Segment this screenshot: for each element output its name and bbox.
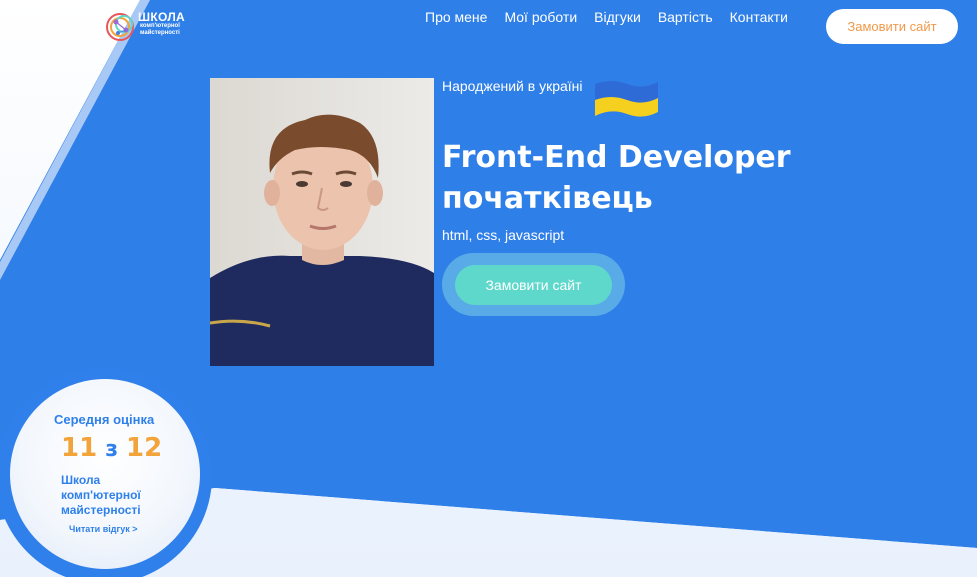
school-name: Школа комп'ютерної майстерності: [61, 473, 141, 517]
logo-subtext: комп'ютерної майстерності: [140, 23, 180, 36]
born-text: Народжений в україні: [442, 78, 583, 94]
rating-score: 11 з 12: [61, 433, 162, 463]
hero-title: Front-End Developer початківець: [442, 137, 862, 219]
hero-title-line2: початківець: [442, 181, 653, 216]
nav-works[interactable]: Мої роботи: [504, 9, 577, 25]
logo-text: ШКОЛА: [138, 10, 186, 24]
order-site-button-header[interactable]: Замовити сайт: [826, 9, 958, 44]
ukraine-flag-icon: [595, 81, 658, 117]
nav-contacts[interactable]: Контакти: [730, 9, 788, 25]
rating-max: 12: [125, 433, 163, 463]
profile-photo: [210, 78, 434, 366]
nav-price[interactable]: Вартість: [658, 9, 713, 25]
nav-reviews[interactable]: Відгуки: [594, 9, 641, 25]
read-review-link[interactable]: Читати відгук >: [69, 524, 137, 534]
rating-label: Середня оцінка: [54, 412, 155, 427]
hero-title-line1: Front-End Developer: [442, 140, 791, 175]
nav-about[interactable]: Про мене: [425, 9, 487, 25]
main-nav: Про мене Мої роботи Відгуки Вартість Кон…: [425, 9, 805, 25]
rating-value: 11: [61, 433, 98, 463]
skills-text: html, css, javascript: [442, 227, 565, 243]
order-site-button[interactable]: Замовити сайт: [455, 265, 612, 305]
rating-of: з: [105, 437, 118, 462]
